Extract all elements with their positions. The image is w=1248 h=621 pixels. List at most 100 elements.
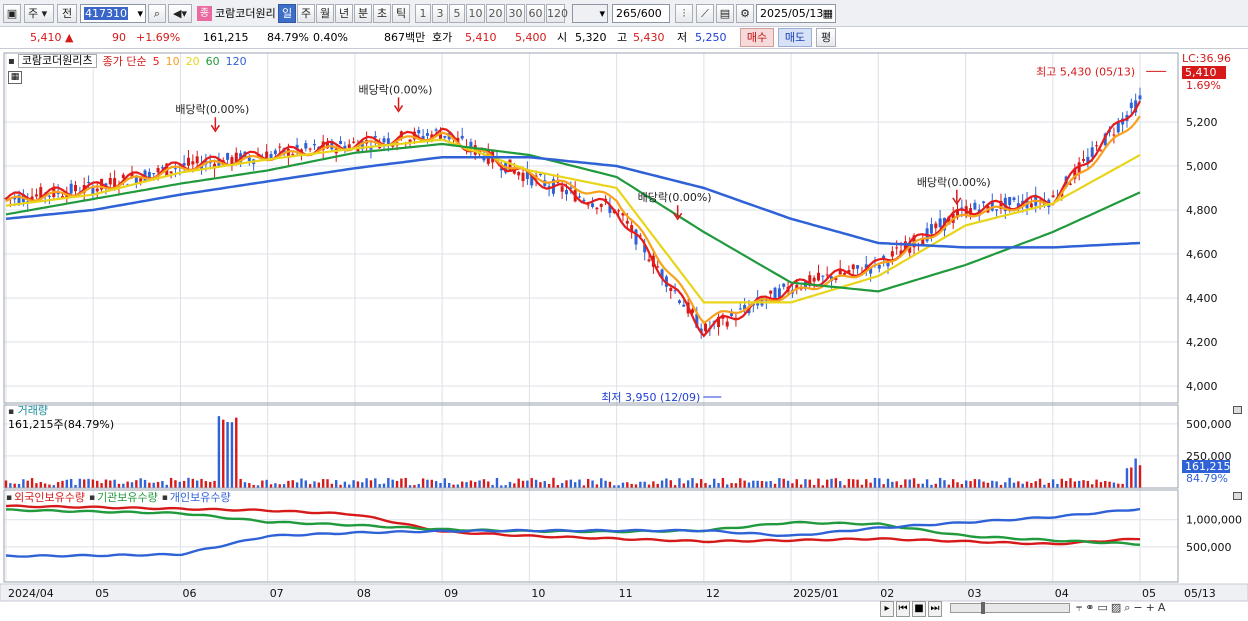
- candle-body: [156, 167, 160, 173]
- date-field[interactable]: 2025/05/13 ▦: [756, 4, 836, 23]
- y-tick-label: 4,400: [1186, 292, 1218, 305]
- volume-bar: [786, 480, 790, 488]
- candle-body: [95, 188, 99, 192]
- candle-icon[interactable]: ⫶: [675, 4, 693, 23]
- volume-bar: [656, 483, 659, 488]
- volume-bar: [552, 477, 555, 488]
- date-value: 2025/05/13: [760, 7, 824, 20]
- search-icon[interactable]: ⌕: [148, 4, 166, 23]
- y-tick-label: 4,600: [1186, 248, 1218, 261]
- period-tab[interactable]: 틱: [392, 4, 410, 23]
- legend-ma-item[interactable]: 5: [153, 55, 160, 68]
- panel-close-icon[interactable]: [1233, 492, 1242, 500]
- interval-button[interactable]: 10: [466, 4, 485, 23]
- period-tab[interactable]: 월: [316, 4, 334, 23]
- interval-select[interactable]: ▾: [572, 4, 608, 23]
- legend-stock[interactable]: 코람코더원리츠: [17, 54, 97, 68]
- volume-bar: [1099, 482, 1103, 488]
- arrow-down-icon: [393, 97, 404, 113]
- interval-button[interactable]: 120: [546, 4, 568, 23]
- volume-bar: [61, 480, 64, 488]
- legend-marker-icon: ▪: [6, 493, 13, 503]
- link-icon[interactable]: ⚭: [1085, 600, 1094, 615]
- volume: 161,215: [203, 31, 249, 44]
- stop-icon[interactable]: ■: [912, 601, 926, 617]
- forward-icon[interactable]: ⏭: [928, 601, 942, 617]
- volume-bar: [530, 478, 533, 488]
- y-tick-label: 4,800: [1186, 204, 1218, 217]
- save-icon[interactable]: ▤: [716, 4, 734, 23]
- interval-button[interactable]: 1: [415, 4, 431, 23]
- legend-ma-item[interactable]: 10: [166, 55, 180, 68]
- interval-button[interactable]: 5: [449, 4, 465, 23]
- interval-button[interactable]: 20: [486, 4, 505, 23]
- market-select[interactable]: 주 ▾: [24, 4, 54, 23]
- eval-button[interactable]: 평: [816, 28, 836, 47]
- candle-body: [704, 323, 708, 332]
- zoom-slider[interactable]: [950, 602, 1070, 614]
- font-size-icon[interactable]: A: [1158, 600, 1166, 615]
- candle-body: [669, 288, 673, 291]
- plus-icon[interactable]: +: [1146, 600, 1155, 615]
- count-field[interactable]: 265/600: [612, 4, 670, 23]
- legend-ma-item[interactable]: 60: [206, 55, 220, 68]
- candle-body: [339, 140, 343, 145]
- legend-ma-item[interactable]: 20: [186, 55, 200, 68]
- scroll-right-icon[interactable]: ▸: [880, 601, 894, 617]
- stock-chart[interactable]: 2024/04 05 06 07 08 09 10 11 12 2025/01 02 03 04 05 05…: [0, 50, 1248, 621]
- volume-bar: [335, 480, 338, 488]
- period-tab[interactable]: 주: [297, 4, 315, 23]
- volume-bar: [348, 484, 351, 488]
- volume-bar: [365, 478, 368, 488]
- ma-line-120: [5, 155, 1141, 249]
- lc-label: LC:36.96: [1182, 52, 1232, 65]
- panel-close-icon[interactable]: [1233, 406, 1242, 414]
- image-icon[interactable]: ▨: [1111, 600, 1121, 615]
- layout-icon[interactable]: ▣: [3, 4, 21, 23]
- volume-bar: [756, 480, 759, 488]
- count-total: /600: [637, 7, 662, 20]
- volume-bar: [222, 419, 225, 488]
- volume-bar: [938, 477, 942, 488]
- draw-icon[interactable]: ⟋: [696, 4, 714, 23]
- zoom-slider-thumb[interactable]: [981, 602, 985, 614]
- period-tab[interactable]: 초: [373, 4, 391, 23]
- legend-ma-item[interactable]: 120: [226, 55, 247, 68]
- volume-bar: [765, 481, 768, 488]
- rewind-icon[interactable]: ⏮: [896, 601, 910, 617]
- code-input[interactable]: 417310 ▾: [80, 4, 146, 23]
- volume-bar: [300, 478, 303, 488]
- period-tab[interactable]: 분: [354, 4, 372, 23]
- buy-button[interactable]: 매수: [740, 28, 774, 47]
- period-tab[interactable]: 년: [335, 4, 353, 23]
- candle-body: [373, 136, 377, 138]
- x-tick-label: 04: [1055, 587, 1069, 600]
- interval-button[interactable]: 3: [432, 4, 448, 23]
- volume-bar: [1112, 482, 1116, 488]
- volume-bar: [869, 482, 872, 488]
- turnover: 0.40%: [313, 31, 348, 44]
- interval-button[interactable]: 60: [526, 4, 545, 23]
- x-tick-label: 03: [968, 587, 982, 600]
- zoom-icon[interactable]: ⌕: [1124, 600, 1130, 615]
- interval-button[interactable]: 30: [506, 4, 525, 23]
- chevron-down-icon: ▾: [137, 7, 143, 20]
- volume-bar: [469, 480, 473, 488]
- y-tick-label: 500,000: [1186, 418, 1232, 431]
- grid-toggle-icon[interactable]: ▦: [8, 71, 22, 84]
- volume-bar: [1108, 481, 1111, 488]
- volume-bar: [795, 479, 798, 488]
- volume-bar: [187, 477, 190, 488]
- legend-foreign: 외국인보유수량: [14, 491, 85, 504]
- type-button[interactable]: 전: [57, 4, 77, 23]
- period-icon[interactable]: ⫧: [1076, 600, 1082, 615]
- speaker-icon[interactable]: ◀▾: [168, 4, 192, 23]
- sell-button[interactable]: 매도: [778, 28, 812, 47]
- period-tab[interactable]: 일: [278, 4, 296, 23]
- screen-icon[interactable]: ▭: [1097, 600, 1107, 615]
- volume-bar: [369, 480, 373, 488]
- code-value: 417310: [84, 7, 128, 20]
- gear-icon[interactable]: ⚙: [736, 4, 754, 23]
- dividend-label: 배당락(0.00%): [175, 103, 249, 116]
- minus-icon[interactable]: −: [1133, 600, 1142, 615]
